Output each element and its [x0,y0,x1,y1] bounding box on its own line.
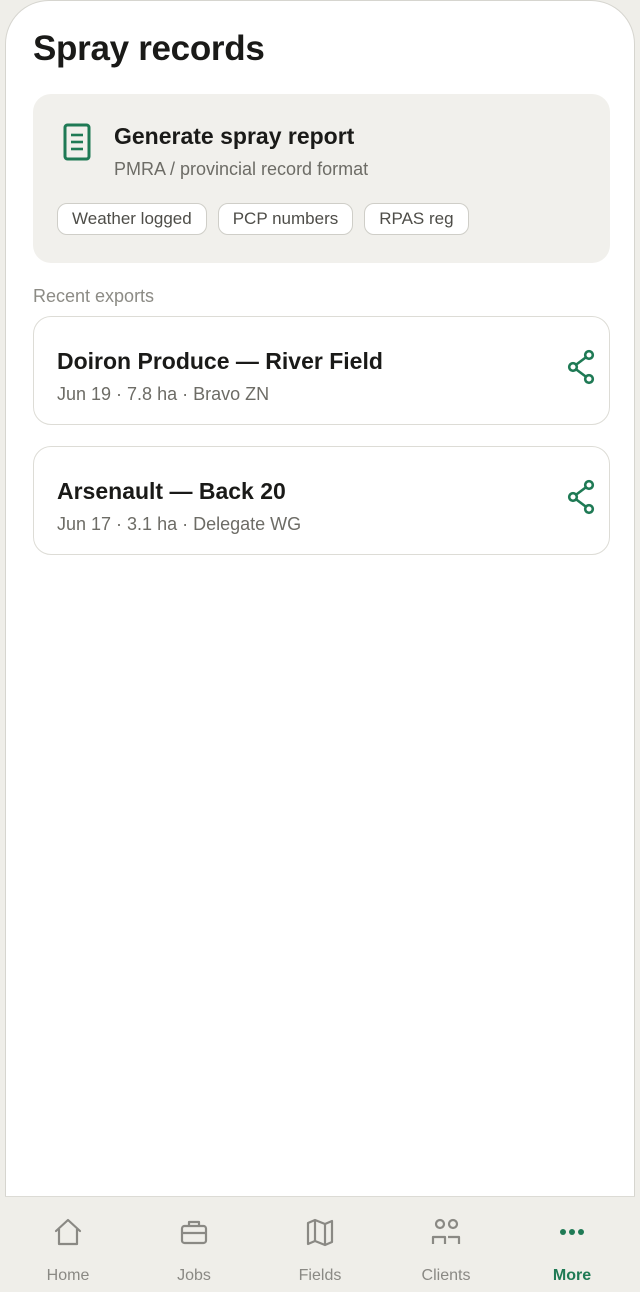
tab-home[interactable]: Home [5,1197,131,1292]
generate-report-card[interactable]: Generate spray report PMRA / provincial … [33,94,610,263]
export-title: Arsenault — Back 20 [57,478,286,504]
share-icon [567,479,595,515]
export-item[interactable]: Doiron Produce — River Field Jun 19 · 7.… [33,316,610,425]
share-button[interactable] [563,347,599,387]
report-title: Generate spray report [114,123,355,149]
chip-pcp-numbers: PCP numbers [217,203,354,235]
screen: Spray records Generate spray report PMRA… [5,0,635,1196]
tab-label: Clients [421,1267,471,1284]
chip-weather-logged: Weather logged [57,203,207,235]
chip-rpas-reg: RPAS reg [364,203,469,235]
recent-exports-label: Recent exports [33,286,155,306]
tab-jobs[interactable]: Jobs [131,1197,257,1292]
briefcase-icon [180,1220,208,1245]
more-icon [560,1229,584,1235]
share-icon [567,349,595,385]
document-icon [63,123,91,161]
people-icon [431,1218,461,1244]
tab-clients[interactable]: Clients [383,1197,509,1292]
home-icon [54,1218,82,1246]
share-button[interactable] [563,477,599,517]
report-chips: Weather logged PCP numbers RPAS reg [57,203,469,235]
page-title: Spray records [33,29,265,68]
tab-label: Fields [298,1267,342,1284]
export-meta: Jun 19 · 7.8 ha · Bravo ZN [57,384,270,404]
export-item[interactable]: Arsenault — Back 20 Jun 17 · 3.1 ha · De… [33,446,610,555]
map-icon [306,1218,334,1247]
tab-label: More [552,1267,592,1284]
tab-more[interactable]: More [509,1197,635,1292]
report-subtitle: PMRA / provincial record format [114,159,369,179]
tab-bar: Home Jobs Fields Clients More [5,1196,635,1292]
export-meta: Jun 17 · 3.1 ha · Delegate WG [57,514,302,534]
tab-fields[interactable]: Fields [257,1197,383,1292]
tab-label: Home [46,1267,90,1284]
export-title: Doiron Produce — River Field [57,348,383,374]
tab-label: Jobs [177,1267,211,1284]
